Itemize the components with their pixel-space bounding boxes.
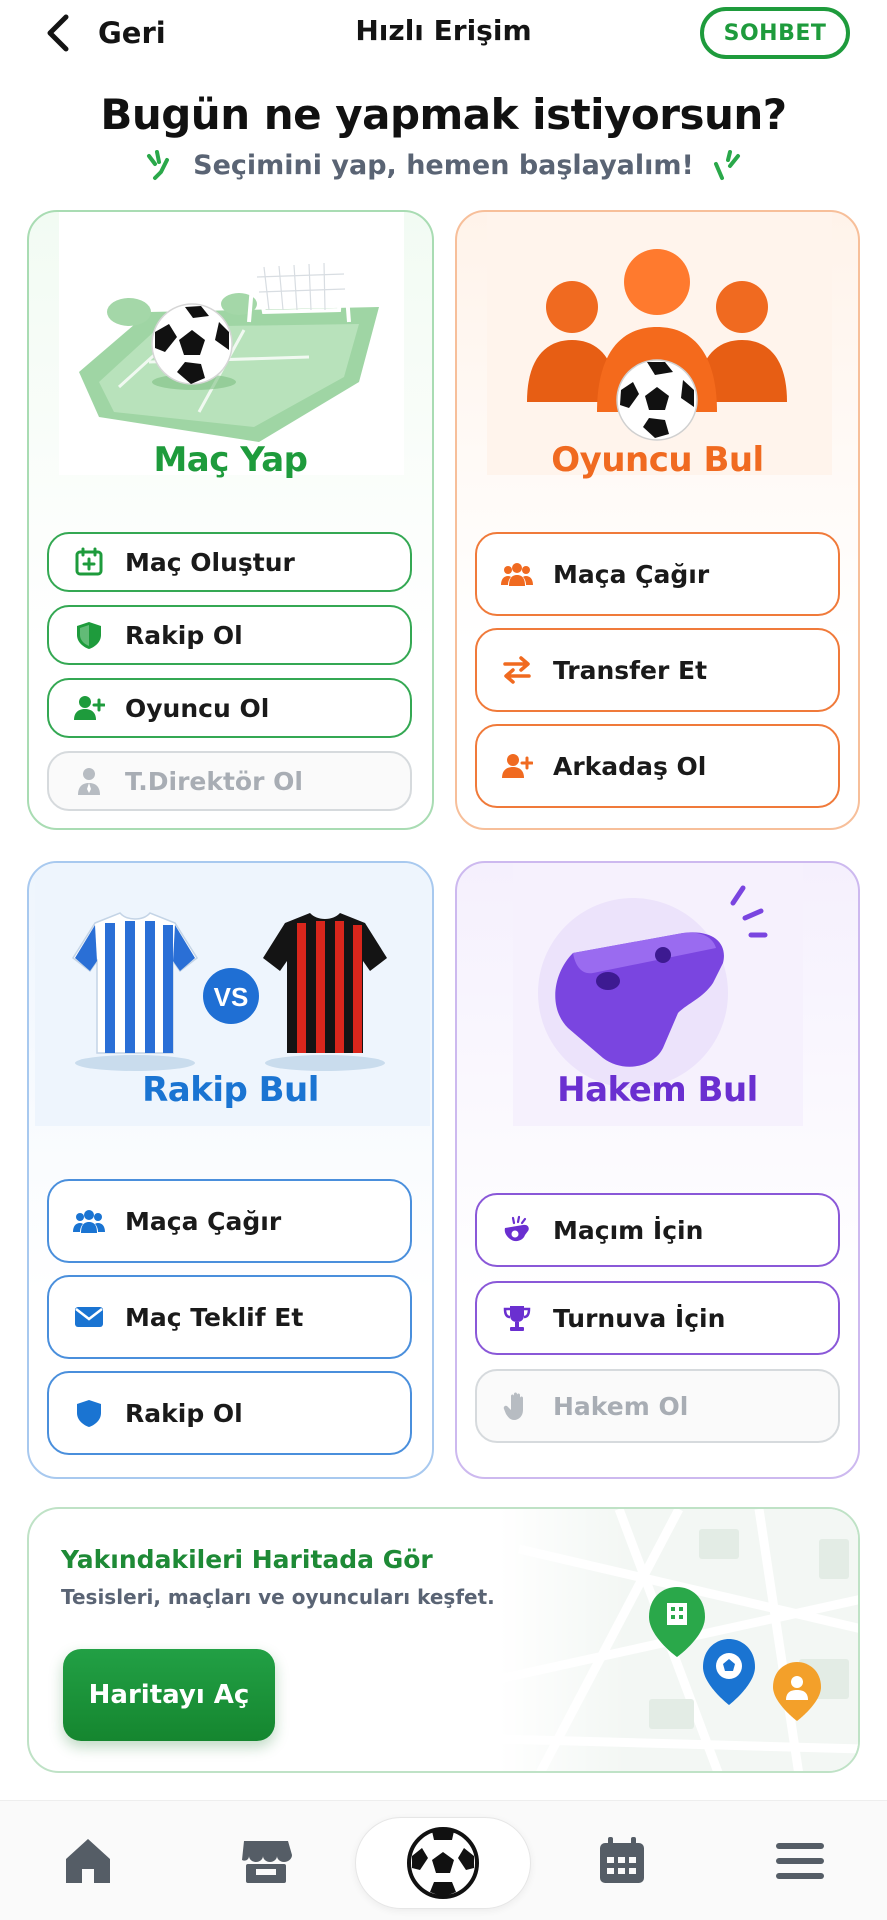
become-player-button[interactable]: Oyuncu Ol xyxy=(47,678,412,738)
open-map-button[interactable]: Haritayı Aç xyxy=(63,1649,275,1741)
trophy-icon xyxy=(503,1306,531,1331)
soccer-field-illustration xyxy=(59,212,404,475)
shield-icon xyxy=(77,1400,101,1427)
add-friend-button[interactable]: Arkadaş Ol xyxy=(475,724,840,808)
find-referee-card: Hakem Bul Maçım İçin Turnuva İçin Hakem … xyxy=(455,861,860,1479)
become-rival-label: Rakip Ol xyxy=(125,620,243,650)
nav-store[interactable] xyxy=(236,1831,296,1891)
hero-subtitle: Seçimini yap, hemen başlayalım! xyxy=(0,148,887,182)
transfer-button[interactable]: Transfer Et xyxy=(475,628,840,712)
nav-calendar[interactable] xyxy=(592,1831,652,1891)
become-referee-button[interactable]: Hakem Ol xyxy=(475,1369,840,1443)
map-card-title: Yakındakileri Haritada Gör xyxy=(61,1545,433,1574)
add-friend-label: Arkadaş Ol xyxy=(553,751,707,781)
vs-badge-text: VS xyxy=(214,982,249,1012)
user-plus-icon xyxy=(502,754,533,778)
map-promo-card: Yakındakileri Haritada Gör Tesisleri, ma… xyxy=(27,1507,860,1773)
map-illustration xyxy=(499,1509,858,1771)
bottom-navigation xyxy=(0,1800,887,1920)
sparkle-right-icon xyxy=(713,150,740,180)
home-icon xyxy=(66,1839,110,1883)
rival-become-rival-label: Rakip Ol xyxy=(125,1398,243,1428)
manager-icon xyxy=(78,768,100,795)
shield-icon xyxy=(77,622,101,649)
sparkle-left-icon xyxy=(147,150,170,180)
hand-icon xyxy=(503,1392,523,1420)
for-tournament-label: Turnuva İçin xyxy=(553,1303,726,1333)
invite-to-match-label: Maça Çağır xyxy=(553,559,710,589)
chevron-left-icon xyxy=(47,14,69,52)
become-manager-label: T.Direktör Ol xyxy=(125,766,303,796)
become-manager-button[interactable]: T.Direktör Ol xyxy=(47,751,412,811)
rival-invite-to-match-button[interactable]: Maça Çağır xyxy=(47,1179,412,1263)
soccer-ball-icon xyxy=(407,1827,479,1899)
users-icon xyxy=(501,563,533,586)
players-illustration xyxy=(487,212,832,475)
menu-icon xyxy=(776,1843,824,1879)
nav-home[interactable] xyxy=(58,1831,118,1891)
users-icon xyxy=(73,1210,105,1233)
calendar-icon xyxy=(600,1837,644,1883)
invite-to-match-button[interactable]: Maça Çağır xyxy=(475,532,840,616)
match-card: Maç Yap Maç Oluştur Rakip Ol Oyuncu Ol T… xyxy=(27,210,434,830)
transfer-arrows-icon xyxy=(503,656,531,684)
offer-match-label: Maç Teklif Et xyxy=(125,1302,304,1332)
create-match-label: Maç Oluştur xyxy=(125,547,295,577)
rival-invite-to-match-label: Maça Çağır xyxy=(125,1206,282,1236)
nav-menu[interactable] xyxy=(770,1831,830,1891)
become-referee-label: Hakem Ol xyxy=(553,1391,689,1421)
find-rival-card: VS Rakip Bul Maça Çağır Maç Teklif Et Ra… xyxy=(27,861,434,1479)
hero-title: Bugün ne yapmak istiyorsun? xyxy=(100,90,787,139)
rival-become-rival-button[interactable]: Rakip Ol xyxy=(47,1371,412,1455)
user-plus-icon xyxy=(74,696,105,720)
chat-button[interactable]: SOHBET xyxy=(700,7,850,59)
back-button[interactable]: Geri xyxy=(40,10,166,56)
back-label: Geri xyxy=(98,16,166,50)
store-icon xyxy=(242,1841,292,1883)
find-player-card: Oyuncu Bul Maça Çağır Transfer Et Arkada… xyxy=(455,210,860,830)
find-rival-card-title: Rakip Bul xyxy=(142,1070,319,1110)
transfer-label: Transfer Et xyxy=(553,655,708,685)
become-player-label: Oyuncu Ol xyxy=(125,693,270,723)
map-card-subtitle: Tesisleri, maçları ve oyuncuları keşfet. xyxy=(61,1585,495,1609)
envelope-icon xyxy=(75,1307,103,1327)
nav-play[interactable] xyxy=(355,1817,531,1909)
calendar-plus-icon xyxy=(75,547,103,576)
whistle-icon xyxy=(504,1215,529,1242)
for-my-match-label: Maçım İçin xyxy=(553,1215,704,1245)
create-match-button[interactable]: Maç Oluştur xyxy=(47,532,412,592)
top-bar: Geri Hızlı Erişim SOHBET xyxy=(0,0,887,70)
find-player-card-title: Oyuncu Bul xyxy=(551,440,764,480)
find-referee-card-title: Hakem Bul xyxy=(557,1070,758,1110)
match-card-title: Maç Yap xyxy=(153,440,308,480)
for-tournament-button[interactable]: Turnuva İçin xyxy=(475,1281,840,1355)
offer-match-button[interactable]: Maç Teklif Et xyxy=(47,1275,412,1359)
become-rival-button[interactable]: Rakip Ol xyxy=(47,605,412,665)
hero-subtitle-text: Seçimini yap, hemen başlayalım! xyxy=(193,149,694,181)
for-my-match-button[interactable]: Maçım İçin xyxy=(475,1193,840,1267)
